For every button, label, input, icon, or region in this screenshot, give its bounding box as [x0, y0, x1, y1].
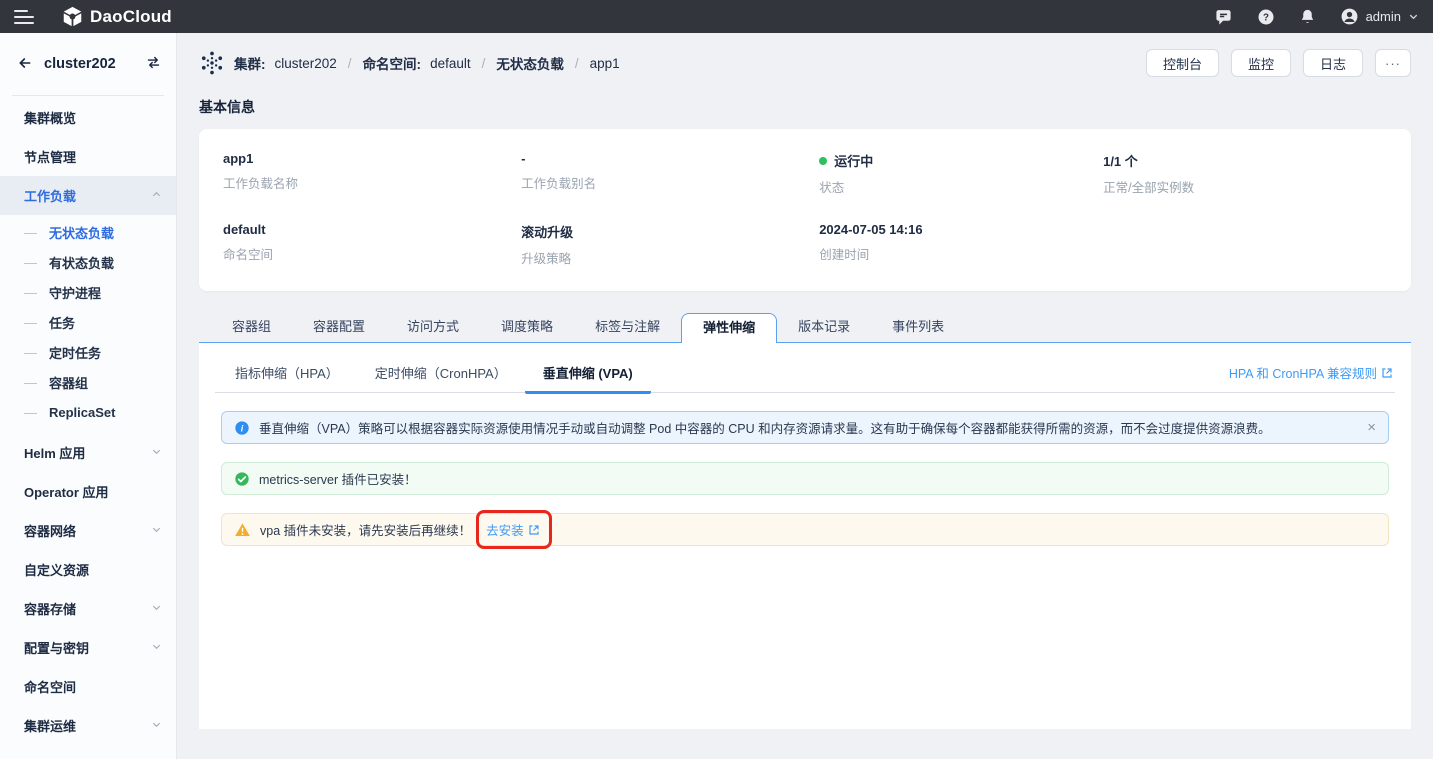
breadcrumb-workload-name: app1 — [590, 56, 620, 71]
cluster-icon — [199, 50, 225, 76]
chevron-up-icon — [151, 188, 162, 203]
subtab-vpa[interactable]: 垂直伸缩 (VPA) — [525, 353, 651, 394]
back-arrow-icon[interactable] — [16, 55, 34, 74]
field-replicas: 1/1 个 正常/全部实例数 — [1103, 151, 1387, 196]
notifications-bell-icon[interactable] — [1298, 7, 1318, 27]
subtab-cronhpa[interactable]: 定时伸缩（CronHPA） — [357, 353, 525, 394]
close-icon[interactable]: × — [1367, 420, 1376, 435]
sidebar-item-cluster-ops[interactable]: 集群运维 — [0, 706, 176, 745]
field-namespace: default 命名空间 — [223, 222, 521, 267]
breadcrumb-separator: / — [482, 56, 486, 71]
svg-text:?: ? — [1263, 12, 1269, 23]
breadcrumb-namespace-label: 命名空间: — [363, 53, 422, 73]
breadcrumb-cluster-value[interactable]: cluster202 — [275, 56, 337, 71]
field-workload-name: app1 工作负载名称 — [223, 151, 521, 196]
external-link-icon — [528, 524, 540, 536]
logs-button[interactable]: 日志 — [1303, 49, 1363, 77]
sidebar-item-container-network[interactable]: 容器网络 — [0, 511, 176, 550]
topbar: DaoCloud ? admin — [0, 0, 1433, 33]
sidebar-item-pods[interactable]: —容器组 — [0, 367, 176, 397]
sidebar-item-namespaces[interactable]: 命名空间 — [0, 667, 176, 706]
tab-pods[interactable]: 容器组 — [211, 313, 292, 342]
sidebar-item-operator-apps[interactable]: Operator 应用 — [0, 472, 176, 511]
daocloud-logo-icon — [62, 6, 83, 27]
field-upgrade-strategy: 滚动升级 升级策略 — [521, 222, 819, 267]
detail-tabs: 容器组 容器配置 访问方式 调度策略 标签与注解 弹性伸缩 版本记录 事件列表 — [199, 313, 1411, 343]
info-icon: i — [234, 420, 250, 436]
sidebar-item-daemonsets[interactable]: —守护进程 — [0, 277, 176, 307]
tab-access[interactable]: 访问方式 — [386, 313, 480, 342]
metrics-server-text: metrics-server 插件已安装！ — [259, 469, 417, 488]
hpa-cronhpa-rules-link[interactable]: HPA 和 CronHPA 兼容规则 — [1229, 363, 1393, 382]
field-created-at: 2024-07-05 14:16 创建时间 — [819, 222, 1103, 267]
sidebar-item-cluster-overview[interactable]: 集群概览 — [0, 98, 176, 137]
more-actions-button[interactable]: ··· — [1375, 49, 1411, 77]
sidebar: cluster202 集群概览 节点管理 工作负载 —无状态负载 —有状态负载 … — [0, 33, 177, 759]
vpa-plugin-warning-alert: vpa 插件未安装，请先安装后再继续！ 去安装 — [221, 513, 1389, 546]
tab-events[interactable]: 事件列表 — [871, 313, 965, 342]
avatar — [1340, 7, 1359, 26]
tab-scheduling[interactable]: 调度策略 — [480, 313, 574, 342]
sidebar-item-jobs[interactable]: —任务 — [0, 307, 176, 337]
breadcrumb-separator: / — [575, 56, 579, 71]
sidebar-item-custom-resources[interactable]: 自定义资源 — [0, 550, 176, 589]
sidebar-cluster-name: cluster202 — [44, 56, 135, 72]
vpa-info-alert: i 垂直伸缩（VPA）策略可以根据容器实际资源使用情况手动或自动调整 Pod 中… — [221, 411, 1389, 444]
scaling-subtabs: 指标伸缩（HPA） 定时伸缩（CronHPA） 垂直伸缩 (VPA) HPA 和… — [215, 353, 1395, 393]
monitor-button[interactable]: 监控 — [1231, 49, 1291, 77]
chevron-down-icon — [151, 445, 162, 460]
feedback-icon[interactable] — [1214, 7, 1234, 27]
vpa-info-text: 垂直伸缩（VPA）策略可以根据容器实际资源使用情况手动或自动调整 Pod 中容器… — [259, 418, 1271, 437]
menu-hamburger-icon[interactable] — [14, 10, 34, 24]
sidebar-item-cronjobs[interactable]: —定时任务 — [0, 337, 176, 367]
chevron-down-icon — [151, 718, 162, 733]
chevron-down-icon — [151, 640, 162, 655]
breadcrumb-workload-type[interactable]: 无状态负载 — [496, 53, 564, 73]
brand-name: DaoCloud — [90, 7, 172, 27]
user-menu[interactable]: admin — [1340, 7, 1419, 26]
field-workload-alias: - 工作负载别名 — [521, 151, 819, 196]
field-status: 运行中 状态 — [819, 151, 1103, 196]
username: admin — [1366, 9, 1401, 24]
daocloud-logo[interactable]: DaoCloud — [62, 6, 172, 27]
vpa-warning-text: vpa 插件未安装，请先安装后再继续！ — [260, 520, 471, 539]
external-link-icon — [1381, 367, 1393, 379]
breadcrumb-namespace-value[interactable]: default — [430, 56, 471, 71]
sidebar-item-statefulsets[interactable]: —有状态负载 — [0, 247, 176, 277]
sidebar-item-container-storage[interactable]: 容器存储 — [0, 589, 176, 628]
tab-version-history[interactable]: 版本记录 — [777, 313, 871, 342]
chevron-down-icon — [151, 523, 162, 538]
subtab-hpa[interactable]: 指标伸缩（HPA） — [217, 353, 357, 394]
sidebar-item-workloads[interactable]: 工作负载 — [0, 176, 176, 215]
status-running-dot — [819, 157, 827, 165]
metrics-server-alert: metrics-server 插件已安装！ — [221, 462, 1389, 495]
chevron-down-icon — [1408, 11, 1419, 22]
help-icon[interactable]: ? — [1256, 7, 1276, 27]
chevron-down-icon — [151, 601, 162, 616]
tab-container-config[interactable]: 容器配置 — [292, 313, 386, 342]
sidebar-item-config-secrets[interactable]: 配置与密钥 — [0, 628, 176, 667]
breadcrumb: 集群: cluster202 / 命名空间: default / 无状态负载 /… — [199, 50, 620, 76]
autoscaling-panel: 指标伸缩（HPA） 定时伸缩（CronHPA） 垂直伸缩 (VPA) HPA 和… — [199, 343, 1411, 729]
console-button[interactable]: 控制台 — [1146, 49, 1219, 77]
sidebar-item-deployments[interactable]: —无状态负载 — [0, 217, 176, 247]
basic-info-title: 基本信息 — [199, 97, 1411, 117]
basic-info-card: app1 工作负载名称 - 工作负载别名 运行中 状态 1/1 个 正常/全部实… — [199, 129, 1411, 291]
warning-triangle-icon — [234, 522, 251, 538]
main-content: 集群: cluster202 / 命名空间: default / 无状态负载 /… — [177, 33, 1433, 759]
sidebar-item-node-management[interactable]: 节点管理 — [0, 137, 176, 176]
cluster-switch-icon[interactable] — [145, 55, 162, 73]
success-check-icon — [234, 471, 250, 487]
sidebar-item-replicasets[interactable]: —ReplicaSet — [0, 397, 176, 427]
breadcrumb-separator: / — [348, 56, 352, 71]
tab-labels-annotations[interactable]: 标签与注解 — [574, 313, 681, 342]
go-install-link[interactable]: 去安装 — [486, 520, 540, 539]
sidebar-item-helm-apps[interactable]: Helm 应用 — [0, 433, 176, 472]
breadcrumb-cluster-label: 集群: — [234, 53, 266, 73]
tab-autoscaling[interactable]: 弹性伸缩 — [681, 313, 777, 343]
